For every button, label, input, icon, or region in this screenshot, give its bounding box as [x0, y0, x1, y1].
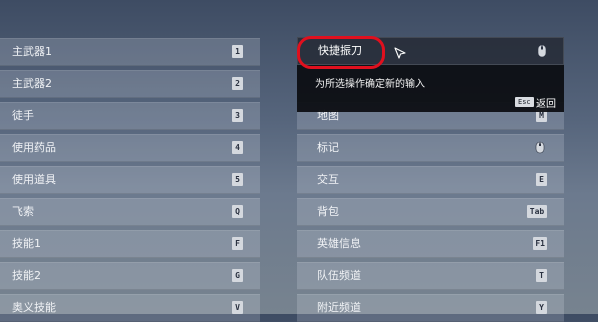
keybind-label: 徒手	[12, 109, 34, 122]
keybind-row-ultimate[interactable]: 奥义技能 V	[0, 294, 260, 322]
keybind-row-interact[interactable]: 交互 E	[297, 166, 564, 194]
popup-message: 为所选操作确定新的输入	[315, 79, 425, 90]
keybind-label: 飞索	[12, 205, 34, 218]
keybind-label: 使用道具	[12, 173, 56, 186]
key-badge: 1	[232, 45, 243, 58]
keybind-label: 标记	[317, 141, 339, 154]
keybind-label: 技能2	[12, 269, 41, 282]
key-badge: V	[232, 301, 243, 314]
keybind-row-skill-2[interactable]: 技能2 G	[0, 262, 260, 290]
key-badge: F	[232, 237, 243, 250]
key-badge: F1	[533, 237, 547, 250]
esc-key-badge[interactable]: Esc	[515, 97, 534, 107]
key-badge: Q	[232, 205, 243, 218]
key-badge: 5	[232, 173, 243, 186]
keybind-label: 附近频道	[317, 301, 361, 314]
keybind-label: 交互	[317, 173, 339, 186]
key-badge: T	[536, 269, 547, 282]
keybind-label: 主武器1	[12, 45, 52, 58]
rebind-popup-header: 快捷振刀	[297, 37, 564, 65]
keybind-label: 使用药品	[12, 141, 56, 154]
popup-title: 快捷振刀	[318, 44, 362, 57]
key-badge: 3	[232, 109, 243, 122]
keybind-row-hero-info[interactable]: 英雄信息 F1	[297, 230, 564, 258]
rebind-popup-body: 为所选操作确定新的输入 Esc 返回	[297, 65, 564, 112]
keybind-row-backpack[interactable]: 背包 Tab	[297, 198, 564, 226]
keybind-row-unarmed[interactable]: 徒手 3	[0, 102, 260, 130]
keybind-row-skill-1[interactable]: 技能1 F	[0, 230, 260, 258]
mouse-middle-icon	[533, 141, 547, 154]
keybind-row-primary-weapon-1[interactable]: 主武器1 1	[0, 38, 260, 66]
keybind-row-use-item[interactable]: 使用道具 5	[0, 166, 260, 194]
key-badge: 4	[232, 141, 243, 154]
keybind-row-mark[interactable]: 标记	[297, 134, 564, 162]
keybind-row-grapple[interactable]: 飞索 Q	[0, 198, 260, 226]
key-badge: E	[536, 173, 547, 186]
keybind-row-use-medicine[interactable]: 使用药品 4	[0, 134, 260, 162]
mouse-middle-icon	[537, 43, 547, 58]
keybind-label: 背包	[317, 205, 339, 218]
key-badge: 2	[232, 77, 243, 90]
keybind-label: 英雄信息	[317, 237, 361, 250]
keybind-label: 队伍频道	[317, 269, 361, 282]
key-badge: G	[232, 269, 243, 282]
keybind-label: 技能1	[12, 237, 41, 250]
keybind-row-primary-weapon-2[interactable]: 主武器2 2	[0, 70, 260, 98]
keybind-row-nearby-channel[interactable]: 附近频道 Y	[297, 294, 564, 322]
key-badge: Y	[536, 301, 547, 314]
back-button[interactable]: 返回	[536, 95, 556, 110]
keybind-label: 主武器2	[12, 77, 52, 90]
key-badge: Tab	[527, 205, 547, 218]
keybind-label: 奥义技能	[12, 301, 56, 314]
cursor-icon	[394, 44, 406, 63]
keybind-row-team-channel[interactable]: 队伍频道 T	[297, 262, 564, 290]
